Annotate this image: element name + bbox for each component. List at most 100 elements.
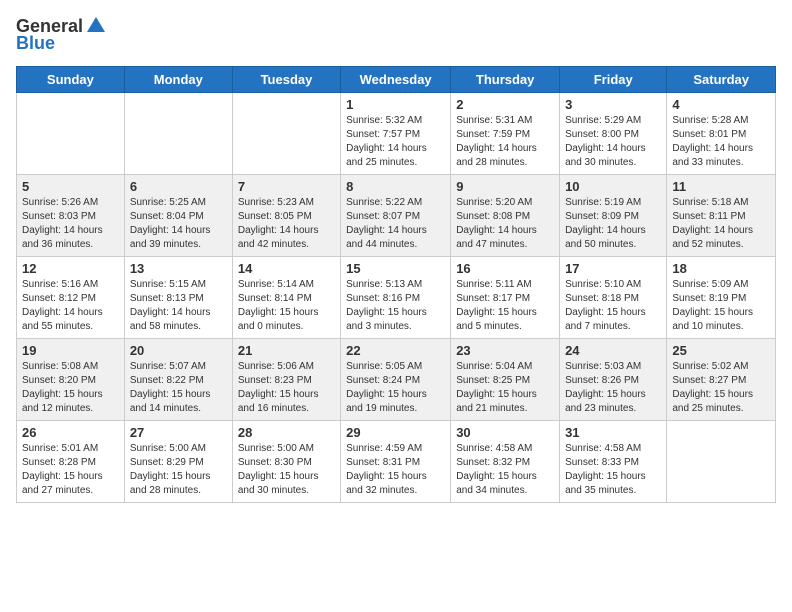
day-info: Sunrise: 5:14 AM Sunset: 8:14 PM Dayligh… bbox=[238, 278, 335, 334]
day-info: Sunrise: 5:19 AM Sunset: 8:09 PM Dayligh… bbox=[565, 196, 661, 252]
weekday-header: Monday bbox=[124, 67, 232, 93]
day-info: Sunrise: 5:01 AM Sunset: 8:28 PM Dayligh… bbox=[22, 442, 119, 498]
day-number: 9 bbox=[456, 179, 554, 194]
day-info: Sunrise: 5:07 AM Sunset: 8:22 PM Dayligh… bbox=[130, 360, 227, 416]
calendar-cell: 6 Sunrise: 5:25 AM Sunset: 8:04 PM Daylig… bbox=[124, 175, 232, 257]
weekday-header: Thursday bbox=[451, 67, 560, 93]
day-info: Sunrise: 5:26 AM Sunset: 8:03 PM Dayligh… bbox=[22, 196, 119, 252]
day-info: Sunrise: 5:20 AM Sunset: 8:08 PM Dayligh… bbox=[456, 196, 554, 252]
day-number: 27 bbox=[130, 425, 227, 440]
day-number: 30 bbox=[456, 425, 554, 440]
calendar-cell: 12 Sunrise: 5:16 AM Sunset: 8:12 PM Dayli… bbox=[17, 257, 125, 339]
weekday-header: Saturday bbox=[667, 67, 776, 93]
calendar-cell bbox=[124, 93, 232, 175]
calendar-body: 1Sunrise: 5:32 AM Sunset: 7:57 PM Daylig… bbox=[17, 93, 776, 503]
day-number: 3 bbox=[565, 97, 661, 112]
calendar-cell: 13Sunrise: 5:15 AM Sunset: 8:13 PM Dayli… bbox=[124, 257, 232, 339]
day-number: 13 bbox=[130, 261, 227, 276]
day-info: Sunrise: 5:22 AM Sunset: 8:07 PM Dayligh… bbox=[346, 196, 445, 252]
day-info: Sunrise: 5:23 AM Sunset: 8:05 PM Dayligh… bbox=[238, 196, 335, 252]
calendar-cell: 22Sunrise: 5:05 AM Sunset: 8:24 PM Dayli… bbox=[341, 339, 451, 421]
calendar-cell: 31Sunrise: 4:58 AM Sunset: 8:33 PM Dayli… bbox=[560, 421, 667, 503]
day-info: Sunrise: 5:08 AM Sunset: 8:20 PM Dayligh… bbox=[22, 360, 119, 416]
day-number: 17 bbox=[565, 261, 661, 276]
calendar-cell: 16 Sunrise: 5:11 AM Sunset: 8:17 PM Dayli… bbox=[451, 257, 560, 339]
calendar-cell: 2 Sunrise: 5:31 AM Sunset: 7:59 PM Daylig… bbox=[451, 93, 560, 175]
calendar-week-row: 12 Sunrise: 5:16 AM Sunset: 8:12 PM Dayli… bbox=[17, 257, 776, 339]
day-number: 6 bbox=[130, 179, 227, 194]
calendar-cell: 25Sunrise: 5:02 AM Sunset: 8:27 PM Dayli… bbox=[667, 339, 776, 421]
calendar-cell: 1Sunrise: 5:32 AM Sunset: 7:57 PM Daylig… bbox=[341, 93, 451, 175]
calendar-cell: 9 Sunrise: 5:20 AM Sunset: 8:08 PM Daylig… bbox=[451, 175, 560, 257]
day-info: Sunrise: 5:03 AM Sunset: 8:26 PM Dayligh… bbox=[565, 360, 661, 416]
calendar-cell: 4 Sunrise: 5:28 AM Sunset: 8:01 PM Daylig… bbox=[667, 93, 776, 175]
calendar-cell: 29 Sunrise: 4:59 AM Sunset: 8:31 PM Dayli… bbox=[341, 421, 451, 503]
calendar-cell: 19 Sunrise: 5:08 AM Sunset: 8:20 PM Dayli… bbox=[17, 339, 125, 421]
day-info: Sunrise: 5:31 AM Sunset: 7:59 PM Dayligh… bbox=[456, 114, 554, 170]
day-info: Sunrise: 5:11 AM Sunset: 8:17 PM Dayligh… bbox=[456, 278, 554, 334]
calendar-cell: 5 Sunrise: 5:26 AM Sunset: 8:03 PM Daylig… bbox=[17, 175, 125, 257]
day-info: Sunrise: 5:13 AM Sunset: 8:16 PM Dayligh… bbox=[346, 278, 445, 334]
calendar-week-row: 1Sunrise: 5:32 AM Sunset: 7:57 PM Daylig… bbox=[17, 93, 776, 175]
weekday-header: Wednesday bbox=[341, 67, 451, 93]
day-info: Sunrise: 4:58 AM Sunset: 8:32 PM Dayligh… bbox=[456, 442, 554, 498]
weekday-header: Tuesday bbox=[232, 67, 340, 93]
calendar-cell: 20 Sunrise: 5:07 AM Sunset: 8:22 PM Dayli… bbox=[124, 339, 232, 421]
day-info: Sunrise: 5:28 AM Sunset: 8:01 PM Dayligh… bbox=[672, 114, 770, 170]
day-number: 18 bbox=[672, 261, 770, 276]
calendar-cell: 7 Sunrise: 5:23 AM Sunset: 8:05 PM Daylig… bbox=[232, 175, 340, 257]
logo-icon bbox=[85, 14, 107, 36]
calendar-cell: 18 Sunrise: 5:09 AM Sunset: 8:19 PM Dayli… bbox=[667, 257, 776, 339]
day-number: 5 bbox=[22, 179, 119, 194]
day-info: Sunrise: 4:59 AM Sunset: 8:31 PM Dayligh… bbox=[346, 442, 445, 498]
day-number: 7 bbox=[238, 179, 335, 194]
calendar-cell: 21Sunrise: 5:06 AM Sunset: 8:23 PM Dayli… bbox=[232, 339, 340, 421]
calendar-cell bbox=[17, 93, 125, 175]
day-number: 16 bbox=[456, 261, 554, 276]
calendar-cell: 28Sunrise: 5:00 AM Sunset: 8:30 PM Dayli… bbox=[232, 421, 340, 503]
day-number: 4 bbox=[672, 97, 770, 112]
day-number: 21 bbox=[238, 343, 335, 358]
day-number: 31 bbox=[565, 425, 661, 440]
day-number: 29 bbox=[346, 425, 445, 440]
day-info: Sunrise: 5:04 AM Sunset: 8:25 PM Dayligh… bbox=[456, 360, 554, 416]
calendar-week-row: 19 Sunrise: 5:08 AM Sunset: 8:20 PM Dayli… bbox=[17, 339, 776, 421]
page-header: General Blue bbox=[16, 16, 776, 54]
day-number: 14 bbox=[238, 261, 335, 276]
day-number: 19 bbox=[22, 343, 119, 358]
day-info: Sunrise: 5:18 AM Sunset: 8:11 PM Dayligh… bbox=[672, 196, 770, 252]
day-number: 23 bbox=[456, 343, 554, 358]
day-info: Sunrise: 5:29 AM Sunset: 8:00 PM Dayligh… bbox=[565, 114, 661, 170]
day-info: Sunrise: 5:25 AM Sunset: 8:04 PM Dayligh… bbox=[130, 196, 227, 252]
calendar-cell: 3 Sunrise: 5:29 AM Sunset: 8:00 PM Daylig… bbox=[560, 93, 667, 175]
calendar-cell: 23 Sunrise: 5:04 AM Sunset: 8:25 PM Dayli… bbox=[451, 339, 560, 421]
calendar-cell: 27 Sunrise: 5:00 AM Sunset: 8:29 PM Dayli… bbox=[124, 421, 232, 503]
weekday-header: Friday bbox=[560, 67, 667, 93]
calendar-table: SundayMondayTuesdayWednesdayThursdayFrid… bbox=[16, 66, 776, 503]
day-number: 15 bbox=[346, 261, 445, 276]
logo: General Blue bbox=[16, 16, 107, 54]
day-info: Sunrise: 5:32 AM Sunset: 7:57 PM Dayligh… bbox=[346, 114, 445, 170]
day-info: Sunrise: 5:00 AM Sunset: 8:29 PM Dayligh… bbox=[130, 442, 227, 498]
calendar-week-row: 26 Sunrise: 5:01 AM Sunset: 8:28 PM Dayli… bbox=[17, 421, 776, 503]
day-info: Sunrise: 5:09 AM Sunset: 8:19 PM Dayligh… bbox=[672, 278, 770, 334]
calendar-cell: 30 Sunrise: 4:58 AM Sunset: 8:32 PM Dayli… bbox=[451, 421, 560, 503]
calendar-cell: 15 Sunrise: 5:13 AM Sunset: 8:16 PM Dayli… bbox=[341, 257, 451, 339]
day-number: 26 bbox=[22, 425, 119, 440]
calendar-cell: 26 Sunrise: 5:01 AM Sunset: 8:28 PM Dayli… bbox=[17, 421, 125, 503]
calendar-cell: 17 Sunrise: 5:10 AM Sunset: 8:18 PM Dayli… bbox=[560, 257, 667, 339]
day-number: 2 bbox=[456, 97, 554, 112]
calendar-cell bbox=[232, 93, 340, 175]
day-info: Sunrise: 5:02 AM Sunset: 8:27 PM Dayligh… bbox=[672, 360, 770, 416]
day-info: Sunrise: 5:00 AM Sunset: 8:30 PM Dayligh… bbox=[238, 442, 335, 498]
day-info: Sunrise: 5:10 AM Sunset: 8:18 PM Dayligh… bbox=[565, 278, 661, 334]
day-number: 10 bbox=[565, 179, 661, 194]
day-info: Sunrise: 5:05 AM Sunset: 8:24 PM Dayligh… bbox=[346, 360, 445, 416]
day-info: Sunrise: 5:16 AM Sunset: 8:12 PM Dayligh… bbox=[22, 278, 119, 334]
calendar-cell: 10 Sunrise: 5:19 AM Sunset: 8:09 PM Dayli… bbox=[560, 175, 667, 257]
day-number: 8 bbox=[346, 179, 445, 194]
calendar-cell: 11Sunrise: 5:18 AM Sunset: 8:11 PM Dayli… bbox=[667, 175, 776, 257]
day-number: 12 bbox=[22, 261, 119, 276]
day-number: 20 bbox=[130, 343, 227, 358]
day-number: 24 bbox=[565, 343, 661, 358]
